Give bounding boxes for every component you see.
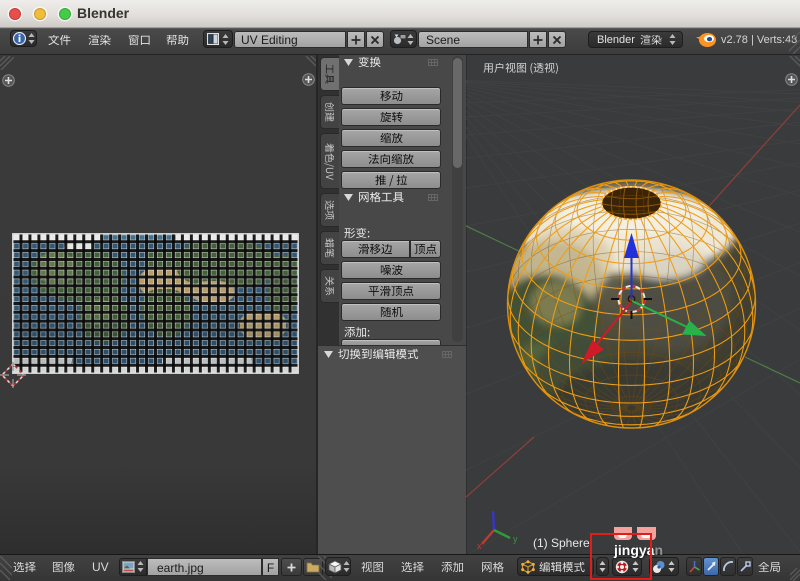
svg-text:y: y (513, 534, 518, 544)
svg-text:x: x (477, 541, 482, 550)
